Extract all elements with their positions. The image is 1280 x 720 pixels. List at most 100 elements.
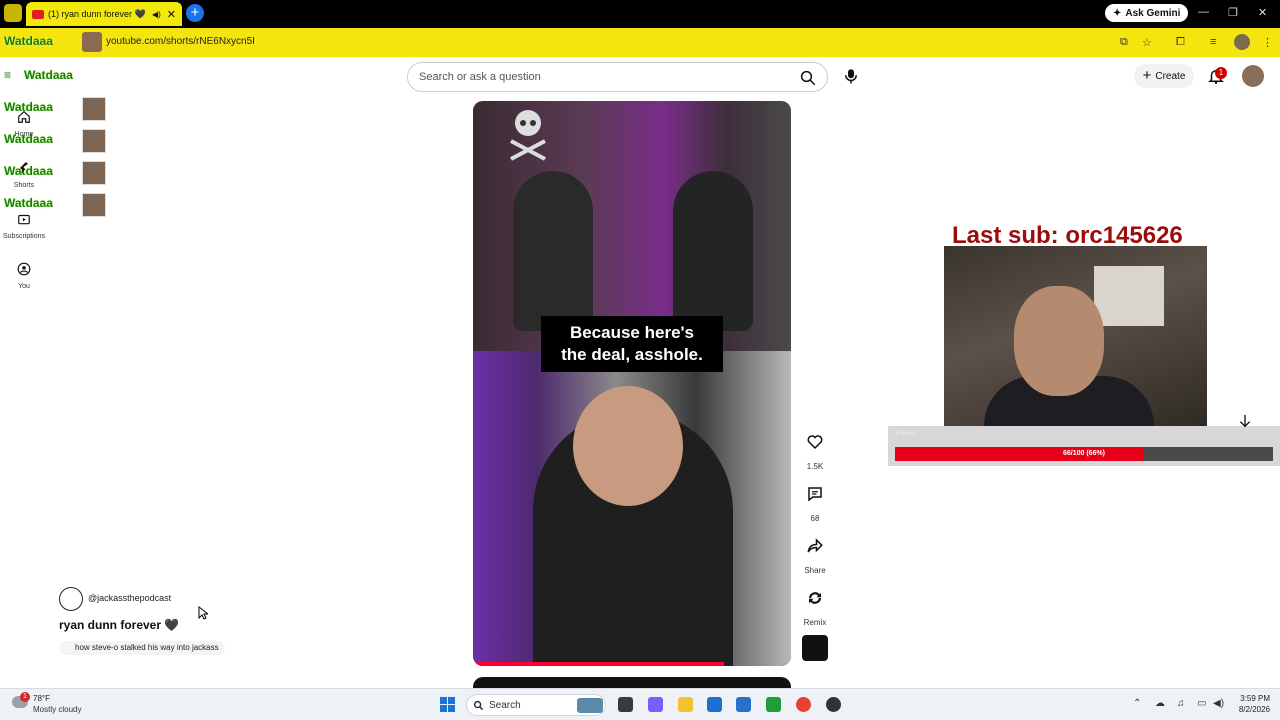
microphone-tray-icon[interactable]: ♫: [1177, 698, 1185, 709]
tab-title: (1) ryan dunn forever 🖤 -: [48, 8, 148, 19]
goal-text: 66/100 (66%): [1062, 450, 1106, 457]
clock-time: 3:59 PM: [1240, 694, 1270, 703]
like-button[interactable]: 1.5K: [800, 433, 830, 471]
channel-handle[interactable]: @jackassthepodcast: [88, 593, 171, 603]
streamer-webcam: [944, 246, 1207, 444]
outlook-icon[interactable]: [736, 697, 751, 712]
taskbar-search-icon: [473, 700, 484, 711]
comment-icon: [808, 487, 822, 502]
weather-alert-badge: 1: [20, 692, 30, 702]
url-field[interactable]: youtube.com/shorts/rNE6Nxycn5I: [106, 36, 255, 47]
windows-taskbar: 1 78°F Mostly cloudy Search ⌃ ☁ ♫ ▭ ◀) 3…: [0, 688, 1280, 720]
microsoft-store-icon[interactable]: [707, 697, 722, 712]
video-caption: Because here's the deal, asshole.: [541, 316, 723, 372]
search-highlight-image: [577, 698, 603, 713]
extensions-icon[interactable]: ⧠: [1176, 36, 1185, 49]
taskbar-search-input[interactable]: Search: [466, 694, 606, 716]
youtube-logo[interactable]: ≡: [4, 68, 11, 82]
voice-search-icon[interactable]: [842, 66, 860, 86]
video-progress-bar[interactable]: [473, 662, 725, 666]
shorts-video-player[interactable]: Because here's the deal, asshole.: [473, 101, 791, 666]
skull-crossbones-logo: [510, 110, 546, 161]
scroll-down-arrow-icon[interactable]: [1237, 412, 1253, 430]
overlay-row-thumbnail: [82, 161, 106, 185]
browser-app-icon[interactable]: [4, 4, 22, 22]
windows-start-button[interactable]: [440, 697, 456, 713]
plus-icon: +: [1142, 67, 1152, 84]
create-label: Create: [1155, 70, 1186, 82]
taskbar-search-placeholder: Search: [489, 700, 521, 711]
ask-gemini-button[interactable]: ✦ Ask Gemini: [1105, 4, 1189, 22]
weather-condition: Mostly cloudy: [33, 705, 82, 714]
task-view-icon[interactable]: [618, 697, 633, 712]
bookmark-star-icon[interactable]: ☆: [1142, 36, 1152, 49]
guide-item-you[interactable]: You: [0, 262, 48, 290]
copilot-icon[interactable]: [648, 697, 663, 712]
reading-list-icon[interactable]: ≡: [1210, 36, 1216, 48]
guide-label-shorts: Shorts: [13, 182, 35, 189]
obs-icon[interactable]: [826, 697, 841, 712]
guide-label-home: Home: [14, 131, 34, 138]
overlay-thumbnail: [82, 32, 102, 52]
goal-label: Follows: [896, 431, 917, 437]
like-count: 1.5K: [806, 462, 824, 471]
weather-temperature: 78°F: [33, 694, 50, 703]
guide-item-subscriptions[interactable]: Subscriptions: [0, 212, 48, 240]
heart-icon: [807, 435, 823, 450]
guide-label-subscriptions: Subscriptions: [2, 233, 46, 240]
goal-track: 66/100 (66%): [895, 447, 1273, 461]
video-frame-top: [473, 101, 791, 351]
search-placeholder: Search or ask a question: [419, 71, 541, 83]
home-icon: [18, 110, 30, 123]
video-person-right: [673, 171, 753, 331]
account-avatar[interactable]: [1242, 65, 1264, 87]
comments-button[interactable]: 68: [800, 485, 830, 523]
overlay-row-thumbnail: [82, 193, 106, 217]
watdaaa-overlay-row: Watdaaa: [24, 68, 73, 82]
video-title: ryan dunn forever 🖤: [59, 618, 180, 632]
youtube-favicon-icon: [32, 9, 44, 19]
xbox-icon[interactable]: [766, 697, 781, 712]
show-hidden-icons-chevron-icon[interactable]: ⌃: [1133, 698, 1141, 709]
remix-button[interactable]: Remix: [800, 589, 830, 627]
share-icon: [807, 538, 823, 553]
system-clock[interactable]: 3:59 PM 8/2/2026: [1226, 693, 1270, 715]
guide-item-shorts[interactable]: Shorts: [0, 161, 48, 189]
new-tab-button[interactable]: +: [186, 4, 204, 22]
browser-tab-active[interactable]: (1) ryan dunn forever 🖤 - ◀) ✕: [26, 2, 182, 26]
channel-avatar-small[interactable]: [802, 635, 828, 661]
mouse-cursor-icon: [198, 606, 208, 620]
guide-menu-icon[interactable]: ≡: [4, 68, 11, 82]
chrome-icon[interactable]: [796, 697, 811, 712]
minimize-window-button[interactable]: —: [1198, 6, 1209, 18]
file-explorer-icon[interactable]: [678, 697, 693, 712]
audio-playing-icon[interactable]: ◀): [152, 10, 161, 19]
browser-menu-icon[interactable]: ⋮: [1262, 36, 1273, 49]
share-button[interactable]: Share: [800, 537, 830, 575]
guide-item-home[interactable]: Home: [0, 110, 48, 138]
overlay-row-thumbnail: [82, 129, 106, 153]
remix-icon: [809, 592, 821, 604]
channel-avatar[interactable]: [59, 587, 83, 611]
network-icon[interactable]: ▭: [1197, 698, 1206, 709]
onedrive-icon[interactable]: ☁: [1155, 698, 1165, 709]
shorts-icon: [19, 162, 29, 174]
guide-label-you: You: [18, 283, 30, 290]
video-face-closeup: [573, 386, 683, 506]
restore-window-button[interactable]: ❐: [1228, 6, 1238, 19]
related-video-chip[interactable]: how steve-o stalked his way into jackass: [59, 641, 225, 655]
volume-icon[interactable]: ◀): [1213, 698, 1224, 709]
search-icon[interactable]: [799, 69, 817, 87]
caption-line-2: the deal, asshole.: [561, 345, 703, 364]
subscriptions-icon: [18, 214, 30, 225]
create-button[interactable]: + Create: [1134, 64, 1194, 88]
overlay-row-thumbnail: [82, 97, 106, 121]
search-input[interactable]: Search or ask a question: [407, 62, 828, 92]
tab-close-icon[interactable]: ✕: [167, 8, 176, 21]
close-window-button[interactable]: ✕: [1258, 6, 1267, 19]
webcam-window: [1094, 266, 1164, 326]
browser-profile-avatar[interactable]: [1234, 34, 1250, 50]
cast-icon[interactable]: ⧉: [1120, 36, 1128, 49]
video-person-left: [513, 171, 593, 331]
watdaaa-overlay-logo: Watdaaa: [4, 34, 53, 48]
